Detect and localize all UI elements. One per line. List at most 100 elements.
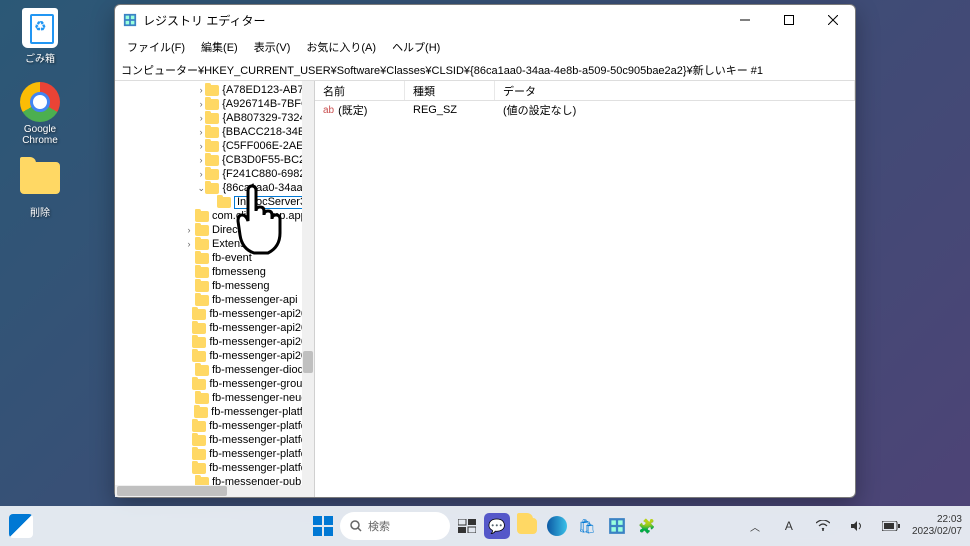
- chevron-icon[interactable]: ›: [197, 127, 205, 137]
- desktop-recycle-bin[interactable]: ♻ ごみ箱: [10, 8, 70, 65]
- tree-item[interactable]: ›{A926714B-7BFC-4D08-AC: [119, 97, 314, 111]
- tree-item[interactable]: ›Directory: [119, 223, 314, 237]
- folder-icon: [192, 337, 206, 348]
- values-pane[interactable]: 名前 種類 データ ab(既定) REG_SZ (値の設定なし): [315, 81, 855, 497]
- list-header: 名前 種類 データ: [315, 81, 855, 101]
- titlebar[interactable]: レジストリ エディター: [115, 5, 855, 35]
- taskbar-edge[interactable]: [544, 513, 570, 539]
- tree-item[interactable]: ⌄{86ca1aa0-34aa-4e8b-a50: [119, 181, 314, 195]
- ime-indicator[interactable]: A: [776, 513, 802, 539]
- tree-item[interactable]: ›{AB807329-7324-431B-8B: [119, 111, 314, 125]
- taskbar-store[interactable]: 🛍: [574, 513, 600, 539]
- taskbar-chat[interactable]: 💬: [484, 513, 510, 539]
- maximize-button[interactable]: [767, 5, 811, 35]
- folder-icon: [194, 407, 208, 418]
- tree-item[interactable]: [119, 195, 314, 209]
- tree-item[interactable]: fb-messenger-api20140430: [119, 349, 314, 363]
- chrome-label: Google Chrome: [10, 124, 70, 146]
- tree-item[interactable]: fbmesseng: [119, 265, 314, 279]
- desktop-folder[interactable]: 削除: [10, 158, 70, 219]
- tree-item[interactable]: › {BBACC218-34EA-4666-9D: [119, 125, 314, 139]
- folder-icon: [195, 225, 209, 236]
- folder-icon: [205, 85, 219, 96]
- tray-wifi-icon[interactable]: [810, 513, 836, 539]
- tree-item[interactable]: fb-messeng: [119, 279, 314, 293]
- start-button[interactable]: [310, 513, 336, 539]
- tree-item[interactable]: ›{F241C880-6982-4CE5-8C: [119, 167, 314, 181]
- chevron-icon[interactable]: ›: [197, 155, 205, 165]
- app-icon: [123, 13, 137, 27]
- address-bar[interactable]: コンピューター¥HKEY_CURRENT_USER¥Software¥Class…: [115, 59, 855, 81]
- scrollbar-thumb-v[interactable]: [303, 351, 313, 373]
- list-row[interactable]: ab(既定) REG_SZ (値の設定なし): [315, 101, 855, 119]
- tree-item[interactable]: fb-messenger-platform: [119, 405, 314, 419]
- tree-item[interactable]: fb-messenger-group-thread: [119, 377, 314, 391]
- tree-item[interactable]: fb-messenger-api20140131: [119, 321, 314, 335]
- tree-item[interactable]: › Extensions: [119, 237, 314, 251]
- taskbar-clock[interactable]: 22:03 2023/02/07: [912, 514, 962, 538]
- tree-scrollbar-vertical[interactable]: [302, 81, 314, 485]
- tray-battery-icon[interactable]: [878, 513, 904, 539]
- tree-label: fb-messenger-diode: [212, 364, 310, 376]
- chevron-icon[interactable]: ›: [197, 113, 205, 123]
- tree-item[interactable]: › {A78ED123-AB77-406B-99: [119, 83, 314, 97]
- tree-label: Extensions: [212, 238, 266, 250]
- chevron-icon[interactable]: ›: [183, 225, 195, 235]
- col-data[interactable]: データ: [495, 81, 855, 100]
- menu-help[interactable]: ヘルプ(H): [384, 37, 448, 57]
- window-title: レジストリ エディター: [143, 12, 723, 29]
- tree-item[interactable]: fb-event: [119, 251, 314, 265]
- menu-edit[interactable]: 編集(E): [193, 37, 246, 57]
- tree-label: {A78ED123-AB77-406B-99: [222, 84, 314, 96]
- menu-favorites[interactable]: お気に入り(A): [298, 37, 384, 57]
- scrollbar-thumb-h[interactable]: [117, 486, 227, 496]
- widgets-button[interactable]: [8, 513, 34, 539]
- tray-volume-icon[interactable]: [844, 513, 870, 539]
- tree-item[interactable]: ›{C5FF006E-2AE9-408C-B8: [119, 139, 314, 153]
- tree-item[interactable]: fb-messenger-api: [119, 293, 314, 307]
- tree-scrollbar-horizontal[interactable]: [115, 485, 314, 497]
- close-button[interactable]: [811, 5, 855, 35]
- tree-item[interactable]: › {CB3D0F55-BC2C-4C1A-85: [119, 153, 314, 167]
- folder-icon: [205, 113, 219, 124]
- tree-label: fb-event: [212, 252, 252, 264]
- tree-item[interactable]: com.clipchamp.app: [119, 209, 314, 223]
- tree-label: {CB3D0F55-BC2C-4C1A-85: [222, 154, 314, 166]
- tree-pane[interactable]: › {A78ED123-AB77-406B-99›{A926714B-7BFC-4…: [115, 81, 315, 497]
- chevron-icon[interactable]: ⌄: [197, 183, 205, 194]
- chevron-icon[interactable]: ›: [197, 85, 205, 95]
- tree-label: fb-messenger-platform-2015: [209, 448, 314, 460]
- desktop-chrome[interactable]: Google Chrome: [10, 82, 70, 146]
- taskbar-search[interactable]: 検索: [340, 512, 450, 540]
- chevron-icon[interactable]: ›: [197, 169, 205, 179]
- tree-item[interactable]: fb-messenger-platform-2015: [119, 433, 314, 447]
- tree-item[interactable]: fb-messenger-platform-2015: [119, 461, 314, 475]
- folder-icon: [192, 309, 206, 320]
- chevron-icon[interactable]: ›: [183, 239, 195, 249]
- folder-icon: [195, 239, 209, 250]
- recycle-bin-label: ごみ箱: [10, 50, 70, 65]
- menu-file[interactable]: ファイル(F): [119, 37, 193, 57]
- chevron-icon[interactable]: ›: [197, 141, 205, 151]
- tree-item[interactable]: fb-messenger-diode: [119, 363, 314, 377]
- minimize-button[interactable]: [723, 5, 767, 35]
- col-type[interactable]: 種類: [405, 81, 495, 100]
- folder-icon: [192, 323, 206, 334]
- tree-item[interactable]: fb-messenger-neue: [119, 391, 314, 405]
- taskbar-app[interactable]: 🧩: [634, 513, 660, 539]
- tree-item[interactable]: fb-messenger-api20131028: [119, 307, 314, 321]
- col-name[interactable]: 名前: [315, 81, 405, 100]
- taskbar-explorer[interactable]: [514, 513, 540, 539]
- tree-item[interactable]: fb-messenger-platform-2015: [119, 447, 314, 461]
- tree-label: fb-messenger-platform: [211, 406, 314, 418]
- value-type: REG_SZ: [413, 104, 457, 116]
- tree-label: fb-messenger-api20131028: [209, 308, 314, 320]
- tree-item[interactable]: fb-messenger-api20140301: [119, 335, 314, 349]
- taskbar-regedit[interactable]: [604, 513, 630, 539]
- chevron-icon[interactable]: ›: [197, 99, 205, 109]
- tree-item[interactable]: fb-messenger-platform-2015: [119, 419, 314, 433]
- tray-chevron-up-icon[interactable]: ︿: [742, 513, 768, 539]
- tree-label: {BBACC218-34EA-4666-9D: [222, 126, 314, 138]
- task-view-button[interactable]: [454, 513, 480, 539]
- menu-view[interactable]: 表示(V): [246, 37, 299, 57]
